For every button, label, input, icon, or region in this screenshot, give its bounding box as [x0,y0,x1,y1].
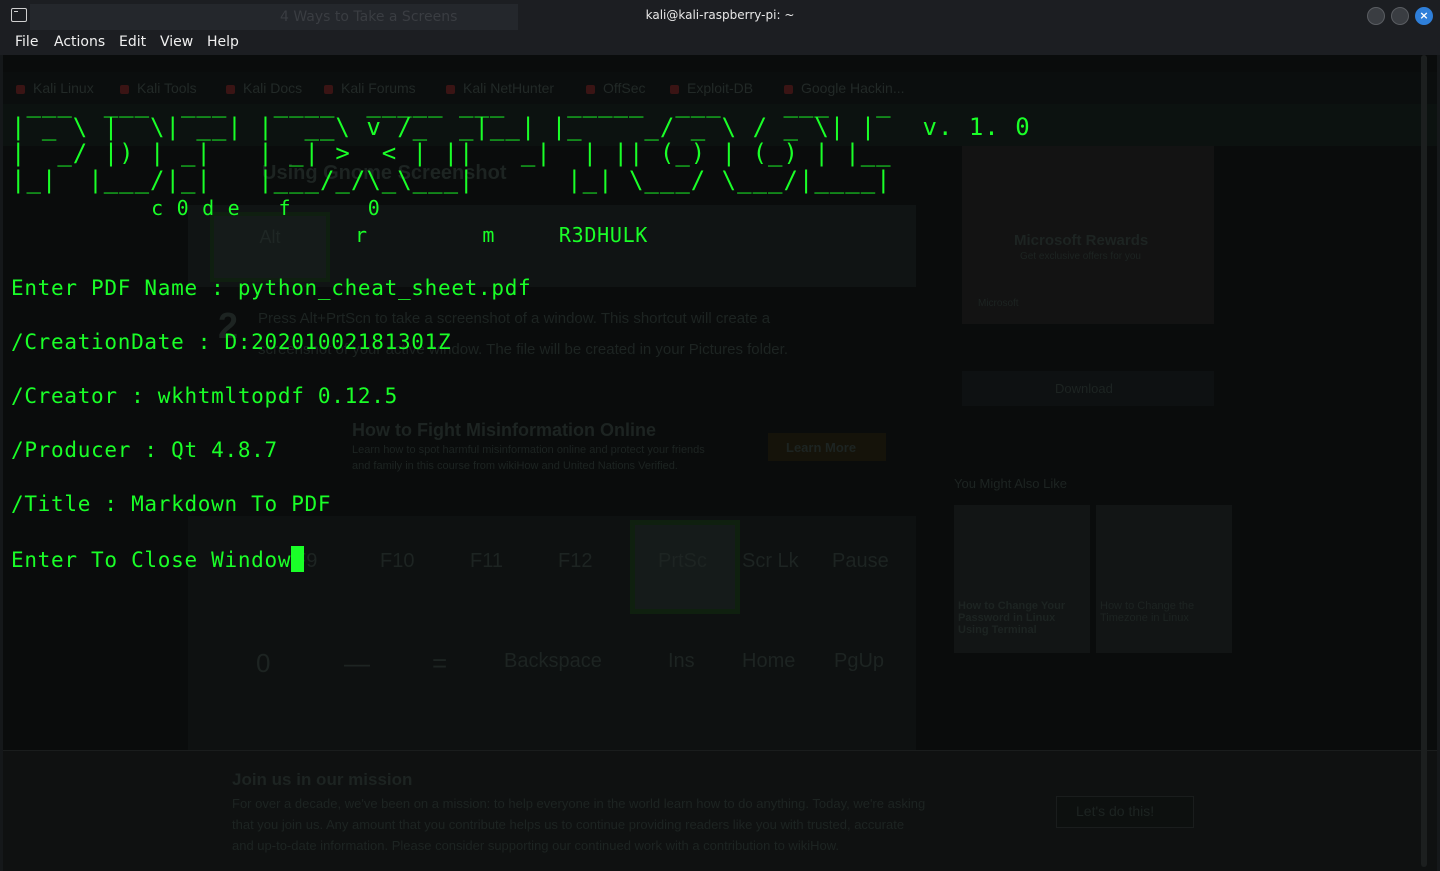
background-key: PgUp [834,650,885,672]
ascii-banner-line: | _ \ | \| __| | __\ v /_ _|__| |_ _/ _ … [11,113,1031,141]
ascii-banner-line: | _/ |) | _| | _| > < | || _| | || (_) |… [11,139,892,167]
window-frame-left [0,55,3,871]
terminal-prompt-text: Enter To Close Window [11,548,292,572]
background-ad-button-label: Learn More [786,440,857,455]
background-key: 0 [256,648,271,678]
ascii-credit-line: c 0 d e f 0 [11,196,381,220]
background-key: = [432,648,448,678]
background-key: Pause [832,550,889,572]
background-banner-title: Join us in our mission [232,770,413,789]
background-ad-title: How to Fight Misinformation Online [352,420,656,440]
background-sidebar-ad-sub: Get exclusive offers for you [1020,251,1141,262]
background-sidebar-ad-brand: Microsoft [978,298,1019,309]
background-banner-text: and up-to-date information. Please consi… [232,838,840,853]
background-key: — [344,648,370,678]
terminal-line: /CreationDate : D:20201002181301Z [11,330,452,354]
menu-actions[interactable]: Actions [54,34,105,50]
background-step-text: Press Alt+PrtScn to take a screenshot of… [258,310,771,327]
background-ad-text: Learn how to spot harmful misinformation… [352,444,705,456]
menu-help[interactable]: Help [207,34,239,50]
background-related-title: How to Change the Timezone in Linux [1100,600,1195,624]
menu-bar: File Actions Edit View Help [0,32,1440,55]
background-related-title: How to Change Your Password in Linux Usi… [958,600,1066,636]
menu-edit[interactable]: Edit [119,34,146,50]
terminal-line: /Title : Markdown To PDF [11,492,332,516]
background-download-label: Download [1055,381,1113,396]
background-banner-button-label: Let's do this! [1076,803,1155,819]
menu-view[interactable]: View [160,34,193,50]
window-title: kali@kali-raspberry-pi: ~ [645,8,795,22]
terminal-cursor [291,546,305,572]
background-key: Backspace [504,650,602,672]
menu-file[interactable]: File [15,34,38,50]
terminal-scrollbar[interactable] [1421,55,1427,867]
background-sidebar-ad-title: Microsoft Rewards [1014,232,1149,249]
maximize-button[interactable] [1391,7,1409,25]
terminal-line: /Producer : Qt 4.8.7 [11,438,278,462]
background-banner-text: that you join us. Any amount that you co… [232,817,905,832]
background-key: F12 [558,550,593,572]
background-ad-text: and family in this course from wikiHow a… [352,460,678,472]
background-key: F10 [380,550,415,572]
background-banner-text: For over a decade, we've been on a missi… [232,796,926,811]
window-titlebar[interactable]: 4 Ways to Take a Screens kali@kali-raspb… [0,0,1440,32]
ascii-banner-line: |_| |___/|_| |___/_/\_\___| |_| \___/ \_… [11,166,892,194]
background-key: Scr Lk [742,550,799,572]
background-you-might-like: You Might Also Like [954,476,1067,491]
terminal-prompt-line[interactable]: Enter To Close Window [11,546,305,572]
terminal-line: Enter PDF Name : python_cheat_sheet.pdf [11,276,532,300]
ascii-credit-line: r m R3DHULK [11,223,649,247]
background-key: F11 [470,550,503,572]
background-key: Home [742,650,796,672]
close-icon: × [1419,9,1429,22]
close-button[interactable]: × [1415,7,1433,25]
minimize-button[interactable] [1367,7,1385,25]
background-key: Ins [668,650,695,672]
background-related-card [1096,505,1232,653]
terminal-line: /Creator : wkhtmltopdf 0.12.5 [11,384,398,408]
background-key: PrtSc [658,550,707,572]
